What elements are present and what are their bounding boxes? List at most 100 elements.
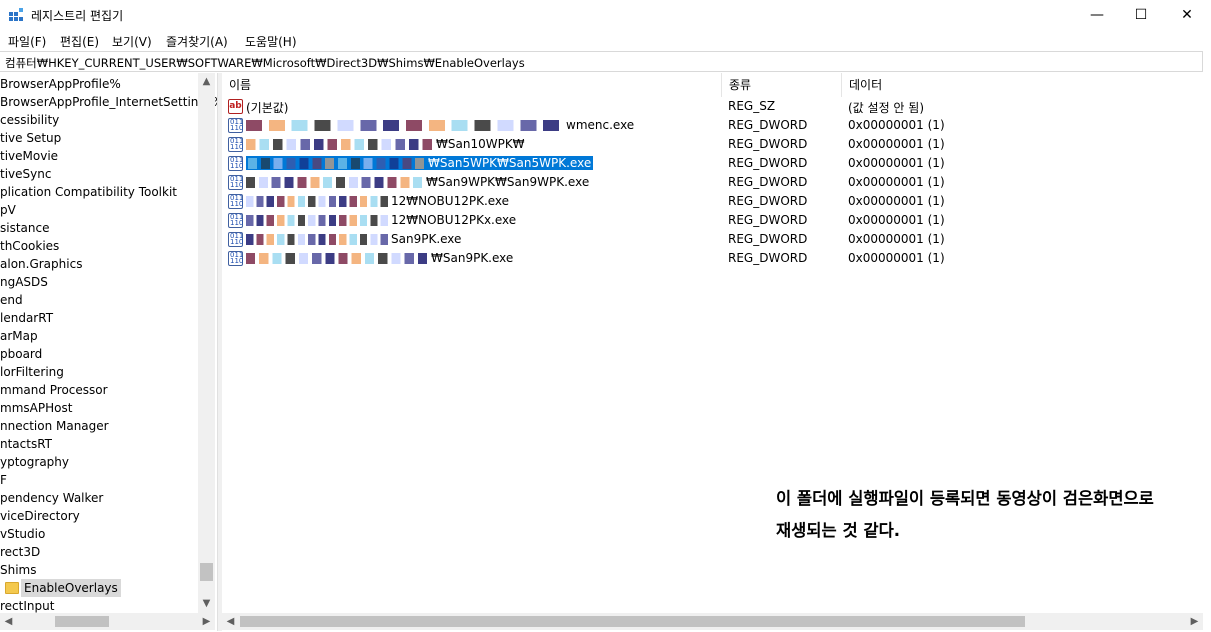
- redacted-text: [246, 215, 391, 226]
- tree-item[interactable]: viceDirectory: [0, 507, 80, 525]
- tree-item-label: sistance: [0, 221, 50, 235]
- value-type: REG_DWORD: [728, 175, 808, 189]
- value-data: 0x00000001 (1): [848, 118, 945, 132]
- tree-item[interactable]: mmand Processor: [0, 381, 108, 399]
- dword-value-icon: 011 110: [228, 251, 244, 266]
- value-type: REG_DWORD: [728, 118, 808, 132]
- tree-item[interactable]: end: [0, 291, 23, 309]
- scroll-up-icon[interactable]: ▲: [198, 73, 215, 90]
- tree-item[interactable]: BrowserAppProfile_InternetSettings%: [0, 93, 217, 111]
- tree-item-label: mmand Processor: [0, 383, 108, 397]
- redacted-text: [246, 177, 426, 188]
- value-type: REG_SZ: [728, 99, 776, 113]
- maximize-button[interactable]: ☐: [1118, 0, 1164, 30]
- value-data: 0x00000001 (1): [848, 232, 945, 246]
- tree-item[interactable]: alon.Graphics: [0, 255, 82, 273]
- table-row[interactable]: 011 110 ₩San5WPK₩San5WPK.exe REG_DWORD 0x00…: [222, 154, 1211, 173]
- tree-item[interactable]: yptography: [0, 453, 69, 471]
- list-horizontal-scrollbar[interactable]: ◀ ▶: [222, 613, 1203, 630]
- tree-item[interactable]: nnection Manager: [0, 417, 109, 435]
- tree-item[interactable]: F: [0, 471, 7, 489]
- tree-item[interactable]: tiveSync: [0, 165, 51, 183]
- menu-file[interactable]: 파일(F): [8, 33, 46, 50]
- tree-item[interactable]: pV: [0, 201, 16, 219]
- scroll-left-icon[interactable]: ◀: [222, 613, 239, 630]
- value-data: 0x00000001 (1): [848, 137, 945, 151]
- value-data: 0x00000001 (1): [848, 251, 945, 265]
- tree-item-label: Shims: [0, 563, 37, 577]
- address-bar[interactable]: 컴퓨터₩HKEY_CURRENT_USER₩SOFTWARE₩Microsoft…: [0, 51, 1203, 72]
- value-name-text: wmenc.exe: [566, 118, 635, 132]
- tree-item-label: ntactsRT: [0, 437, 53, 451]
- folder-icon: [5, 582, 19, 594]
- scroll-down-icon[interactable]: ▼: [198, 595, 215, 612]
- scroll-left-icon[interactable]: ◀: [0, 613, 17, 630]
- tree-item[interactable]: ntactsRT: [0, 435, 52, 453]
- tree-item[interactable]: lorFiltering: [0, 363, 64, 381]
- menu-favorites[interactable]: 즐겨찾기(A): [166, 33, 228, 50]
- menu-edit[interactable]: 편집(E): [60, 33, 99, 50]
- tree-item[interactable]: lendarRT: [0, 309, 53, 327]
- column-header-name[interactable]: 이름: [222, 73, 722, 97]
- tree-item[interactable]: thCookies: [0, 237, 59, 255]
- tree-item[interactable]: pendency Walker: [0, 489, 103, 507]
- minimize-button[interactable]: —: [1074, 0, 1120, 30]
- value-data: 0x00000001 (1): [848, 156, 945, 170]
- value-name: 12₩NOBU12PKx.exe: [246, 213, 516, 227]
- tree-scroll-thumb[interactable]: [200, 563, 213, 581]
- redacted-text: [246, 139, 436, 150]
- tree-item[interactable]: mmsAPHost: [0, 399, 72, 417]
- table-row[interactable]: 011 110 12₩NOBU12PK.exe REG_DWORD 0x0000000…: [222, 192, 1211, 211]
- tree-horizontal-scrollbar[interactable]: ◀ ▶: [0, 613, 215, 630]
- tree-item[interactable]: arMap: [0, 327, 38, 345]
- tree-item[interactable]: tiveMovie: [0, 147, 58, 165]
- table-row[interactable]: 011 110 ₩San10WPK₩ REG_DWORD 0x00000001 (1): [222, 135, 1211, 154]
- tree-vertical-scrollbar[interactable]: ▲ ▼: [198, 73, 215, 613]
- string-value-icon: ab: [228, 99, 243, 114]
- dword-value-icon: 011 110: [228, 213, 244, 228]
- close-button[interactable]: ✕: [1164, 0, 1210, 30]
- tree-item[interactable]: ngASDS: [0, 273, 48, 291]
- close-icon: ✕: [1181, 7, 1193, 23]
- annotation-line-2: 재생되는 것 같다.: [776, 521, 901, 540]
- tree-item-label: BrowserAppProfile%: [0, 77, 121, 91]
- tree-item-label: rect3D: [0, 545, 41, 559]
- redacted-text: [246, 120, 566, 131]
- tree-item[interactable]: tive Setup: [0, 129, 61, 147]
- menu-view[interactable]: 보기(V): [112, 33, 152, 50]
- title-bar: 레지스트리 편집기 — ☐ ✕: [0, 0, 1211, 30]
- table-row[interactable]: 011 110 ₩San9WPK₩San9WPK.exe REG_DWORD 0x00…: [222, 173, 1211, 192]
- value-data: 0x00000001 (1): [848, 213, 945, 227]
- table-row[interactable]: 011 110 wmenc.exe REG_DWORD 0x00000001 (1): [222, 116, 1211, 135]
- tree-item[interactable]: plication Compatibility Toolkit: [0, 183, 177, 201]
- regedit-app-icon: [9, 8, 23, 21]
- menu-help[interactable]: 도움말(H): [245, 33, 297, 50]
- table-row[interactable]: 011 110 San9PK.exe REG_DWORD 0x00000001 (1): [222, 230, 1211, 249]
- value-data: 0x00000001 (1): [848, 194, 945, 208]
- tree-item[interactable]: vStudio: [0, 525, 45, 543]
- tree-item-label: viceDirectory: [0, 509, 80, 523]
- dword-value-icon: 011 110: [228, 137, 244, 152]
- tree-item[interactable]: BrowserAppProfile%: [0, 75, 121, 93]
- column-header-data[interactable]: 데이터: [842, 73, 1211, 97]
- table-row[interactable]: 011 110 ₩San9PK.exe REG_DWORD 0x00000001 (1…: [222, 249, 1211, 268]
- tree-item[interactable]: cessibility: [0, 111, 59, 129]
- scroll-right-icon[interactable]: ▶: [1186, 613, 1203, 630]
- tree-item[interactable]: pboard: [0, 345, 42, 363]
- maximize-icon: ☐: [1134, 7, 1148, 23]
- tree-hscroll-thumb[interactable]: [55, 616, 109, 627]
- tree-item[interactable]: sistance: [0, 219, 49, 237]
- table-row[interactable]: ab (기본값) REG_SZ (값 설정 안 됨): [222, 97, 1211, 116]
- value-type: REG_DWORD: [728, 137, 808, 151]
- tree-item[interactable]: EnableOverlays: [5, 579, 121, 597]
- annotation-line-1: 이 폴더에 실행파일이 등록되면 동영상이 검은화면으로: [776, 489, 1154, 508]
- list-hscroll-thumb[interactable]: [240, 616, 1025, 627]
- redacted-text: [246, 196, 391, 207]
- scroll-right-icon[interactable]: ▶: [198, 613, 215, 630]
- column-header-type[interactable]: 종류: [722, 73, 842, 97]
- table-row[interactable]: 011 110 12₩NOBU12PKx.exe REG_DWORD 0x000000…: [222, 211, 1211, 230]
- value-name: ₩San5WPK₩San5WPK.exe: [246, 156, 594, 170]
- tree-item[interactable]: Shims: [0, 561, 37, 579]
- tree-item-label: plication Compatibility Toolkit: [0, 185, 177, 199]
- tree-item[interactable]: rect3D: [0, 543, 40, 561]
